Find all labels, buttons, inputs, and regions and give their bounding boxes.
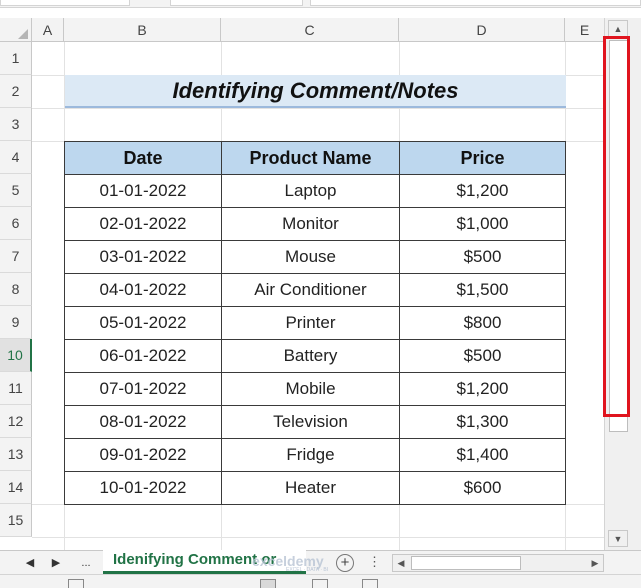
title-cell[interactable]: Identifying Comment/Notes [65, 75, 566, 108]
product-cell[interactable]: Television [221, 405, 400, 439]
select-all-corner[interactable] [0, 18, 32, 42]
formula-bar-strip [0, 0, 641, 8]
date-cell[interactable]: 04-01-2022 [64, 273, 222, 307]
row-header-14[interactable]: 14 [0, 471, 32, 504]
tab-splitter-icon[interactable]: ⋮ [368, 551, 381, 575]
table-row: 06-01-2022 Battery $500 [64, 339, 566, 373]
price-cell[interactable]: $1,500 [399, 273, 566, 307]
row-header-7[interactable]: 7 [0, 240, 32, 273]
row-header-15[interactable]: 15 [0, 504, 32, 537]
price-cell[interactable]: $1,200 [399, 372, 566, 406]
date-cell[interactable]: 01-01-2022 [64, 174, 222, 208]
add-sheet-icon[interactable]: + [336, 554, 354, 572]
row-header-12[interactable]: 12 [0, 405, 32, 438]
row-header-9[interactable]: 9 [0, 306, 32, 339]
column-header-e[interactable]: E [565, 18, 604, 42]
price-cell[interactable]: $1,300 [399, 405, 566, 439]
row-header-8[interactable]: 8 [0, 273, 32, 306]
table-row: 05-01-2022 Printer $800 [64, 306, 566, 340]
row-header-5[interactable]: 5 [0, 174, 32, 207]
table-row: 04-01-2022 Air Conditioner $1,500 [64, 273, 566, 307]
status-bar [0, 574, 641, 588]
product-cell[interactable]: Mouse [221, 240, 400, 274]
scroll-up-icon[interactable]: ▲ [608, 20, 628, 37]
normal-view-icon[interactable] [260, 579, 276, 588]
date-cell[interactable]: 08-01-2022 [64, 405, 222, 439]
price-cell[interactable]: $500 [399, 339, 566, 373]
watermark-tagline: EXCEL · DATA · BI [286, 567, 329, 573]
table-header-row: Date Product Name Price [64, 141, 566, 175]
row-header-1[interactable]: 1 [0, 42, 32, 75]
product-cell[interactable]: Battery [221, 339, 400, 373]
row-header-2[interactable]: 2 [0, 75, 32, 108]
formula-buttons[interactable] [170, 0, 303, 6]
header-date[interactable]: Date [64, 141, 222, 175]
previous-sheet-icon[interactable]: ◀ [18, 551, 42, 575]
date-cell[interactable]: 02-01-2022 [64, 207, 222, 241]
more-sheets-ellipsis[interactable]: ... [74, 551, 98, 575]
macro-record-icon[interactable] [68, 579, 84, 588]
row-header-10-selected[interactable]: 10 [0, 339, 32, 372]
date-cell[interactable]: 09-01-2022 [64, 438, 222, 472]
column-header-d[interactable]: D [399, 18, 565, 42]
header-price[interactable]: Price [399, 141, 566, 175]
date-cell[interactable]: 03-01-2022 [64, 240, 222, 274]
name-box[interactable] [0, 0, 130, 6]
gridline [32, 537, 604, 538]
page-break-view-icon[interactable] [362, 579, 378, 588]
product-cell[interactable]: Heater [221, 471, 400, 505]
table-row: 10-01-2022 Heater $600 [64, 471, 566, 505]
price-cell[interactable]: $500 [399, 240, 566, 274]
scroll-left-icon[interactable]: ◀ [393, 555, 409, 571]
date-cell[interactable]: 10-01-2022 [64, 471, 222, 505]
price-cell[interactable]: $1,200 [399, 174, 566, 208]
column-header-row: A B C D E [0, 18, 604, 42]
scroll-right-icon[interactable]: ▶ [587, 555, 603, 571]
column-header-b[interactable]: B [64, 18, 221, 42]
table-row: 01-01-2022 Laptop $1,200 [64, 174, 566, 208]
horizontal-scrollbar[interactable]: ◀ ▶ [392, 554, 604, 572]
table-row: 07-01-2022 Mobile $1,200 [64, 372, 566, 406]
table-row: 08-01-2022 Television $1,300 [64, 405, 566, 439]
table-row: 09-01-2022 Fridge $1,400 [64, 438, 566, 472]
sheet-title: Identifying Comment/Notes [172, 77, 459, 103]
product-cell[interactable]: Monitor [221, 207, 400, 241]
row-header-13[interactable]: 13 [0, 438, 32, 471]
price-cell[interactable]: $1,000 [399, 207, 566, 241]
date-cell[interactable]: 07-01-2022 [64, 372, 222, 406]
column-header-a[interactable]: A [32, 18, 64, 42]
horizontal-scroll-thumb[interactable] [411, 556, 521, 570]
scroll-down-icon[interactable]: ▼ [608, 530, 628, 547]
page-layout-view-icon[interactable] [312, 579, 328, 588]
row-header-4[interactable]: 4 [0, 141, 32, 174]
product-cell[interactable]: Air Conditioner [221, 273, 400, 307]
product-cell[interactable]: Mobile [221, 372, 400, 406]
row-header-6[interactable]: 6 [0, 207, 32, 240]
column-header-c[interactable]: C [221, 18, 399, 42]
product-cell[interactable]: Printer [221, 306, 400, 340]
table-row: 03-01-2022 Mouse $500 [64, 240, 566, 274]
row-header-3[interactable]: 3 [0, 108, 32, 141]
table-row: 02-01-2022 Monitor $1,000 [64, 207, 566, 241]
price-cell[interactable]: $600 [399, 471, 566, 505]
date-cell[interactable]: 05-01-2022 [64, 306, 222, 340]
price-cell[interactable]: $800 [399, 306, 566, 340]
header-product-name[interactable]: Product Name [221, 141, 400, 175]
gridline [32, 108, 604, 109]
product-cell[interactable]: Laptop [221, 174, 400, 208]
row-header-11[interactable]: 11 [0, 372, 32, 405]
product-table: Date Product Name Price 01-01-2022 Lapto… [64, 141, 566, 505]
next-sheet-icon[interactable]: ▶ [44, 551, 68, 575]
date-cell[interactable]: 06-01-2022 [64, 339, 222, 373]
scrollbar-highlight-box [603, 36, 630, 417]
price-cell[interactable]: $1,400 [399, 438, 566, 472]
sheet-tab-bar: ◀ ▶ ... Idenifying Comment or exceldemy … [0, 550, 641, 574]
product-cell[interactable]: Fridge [221, 438, 400, 472]
formula-input[interactable] [310, 0, 641, 6]
